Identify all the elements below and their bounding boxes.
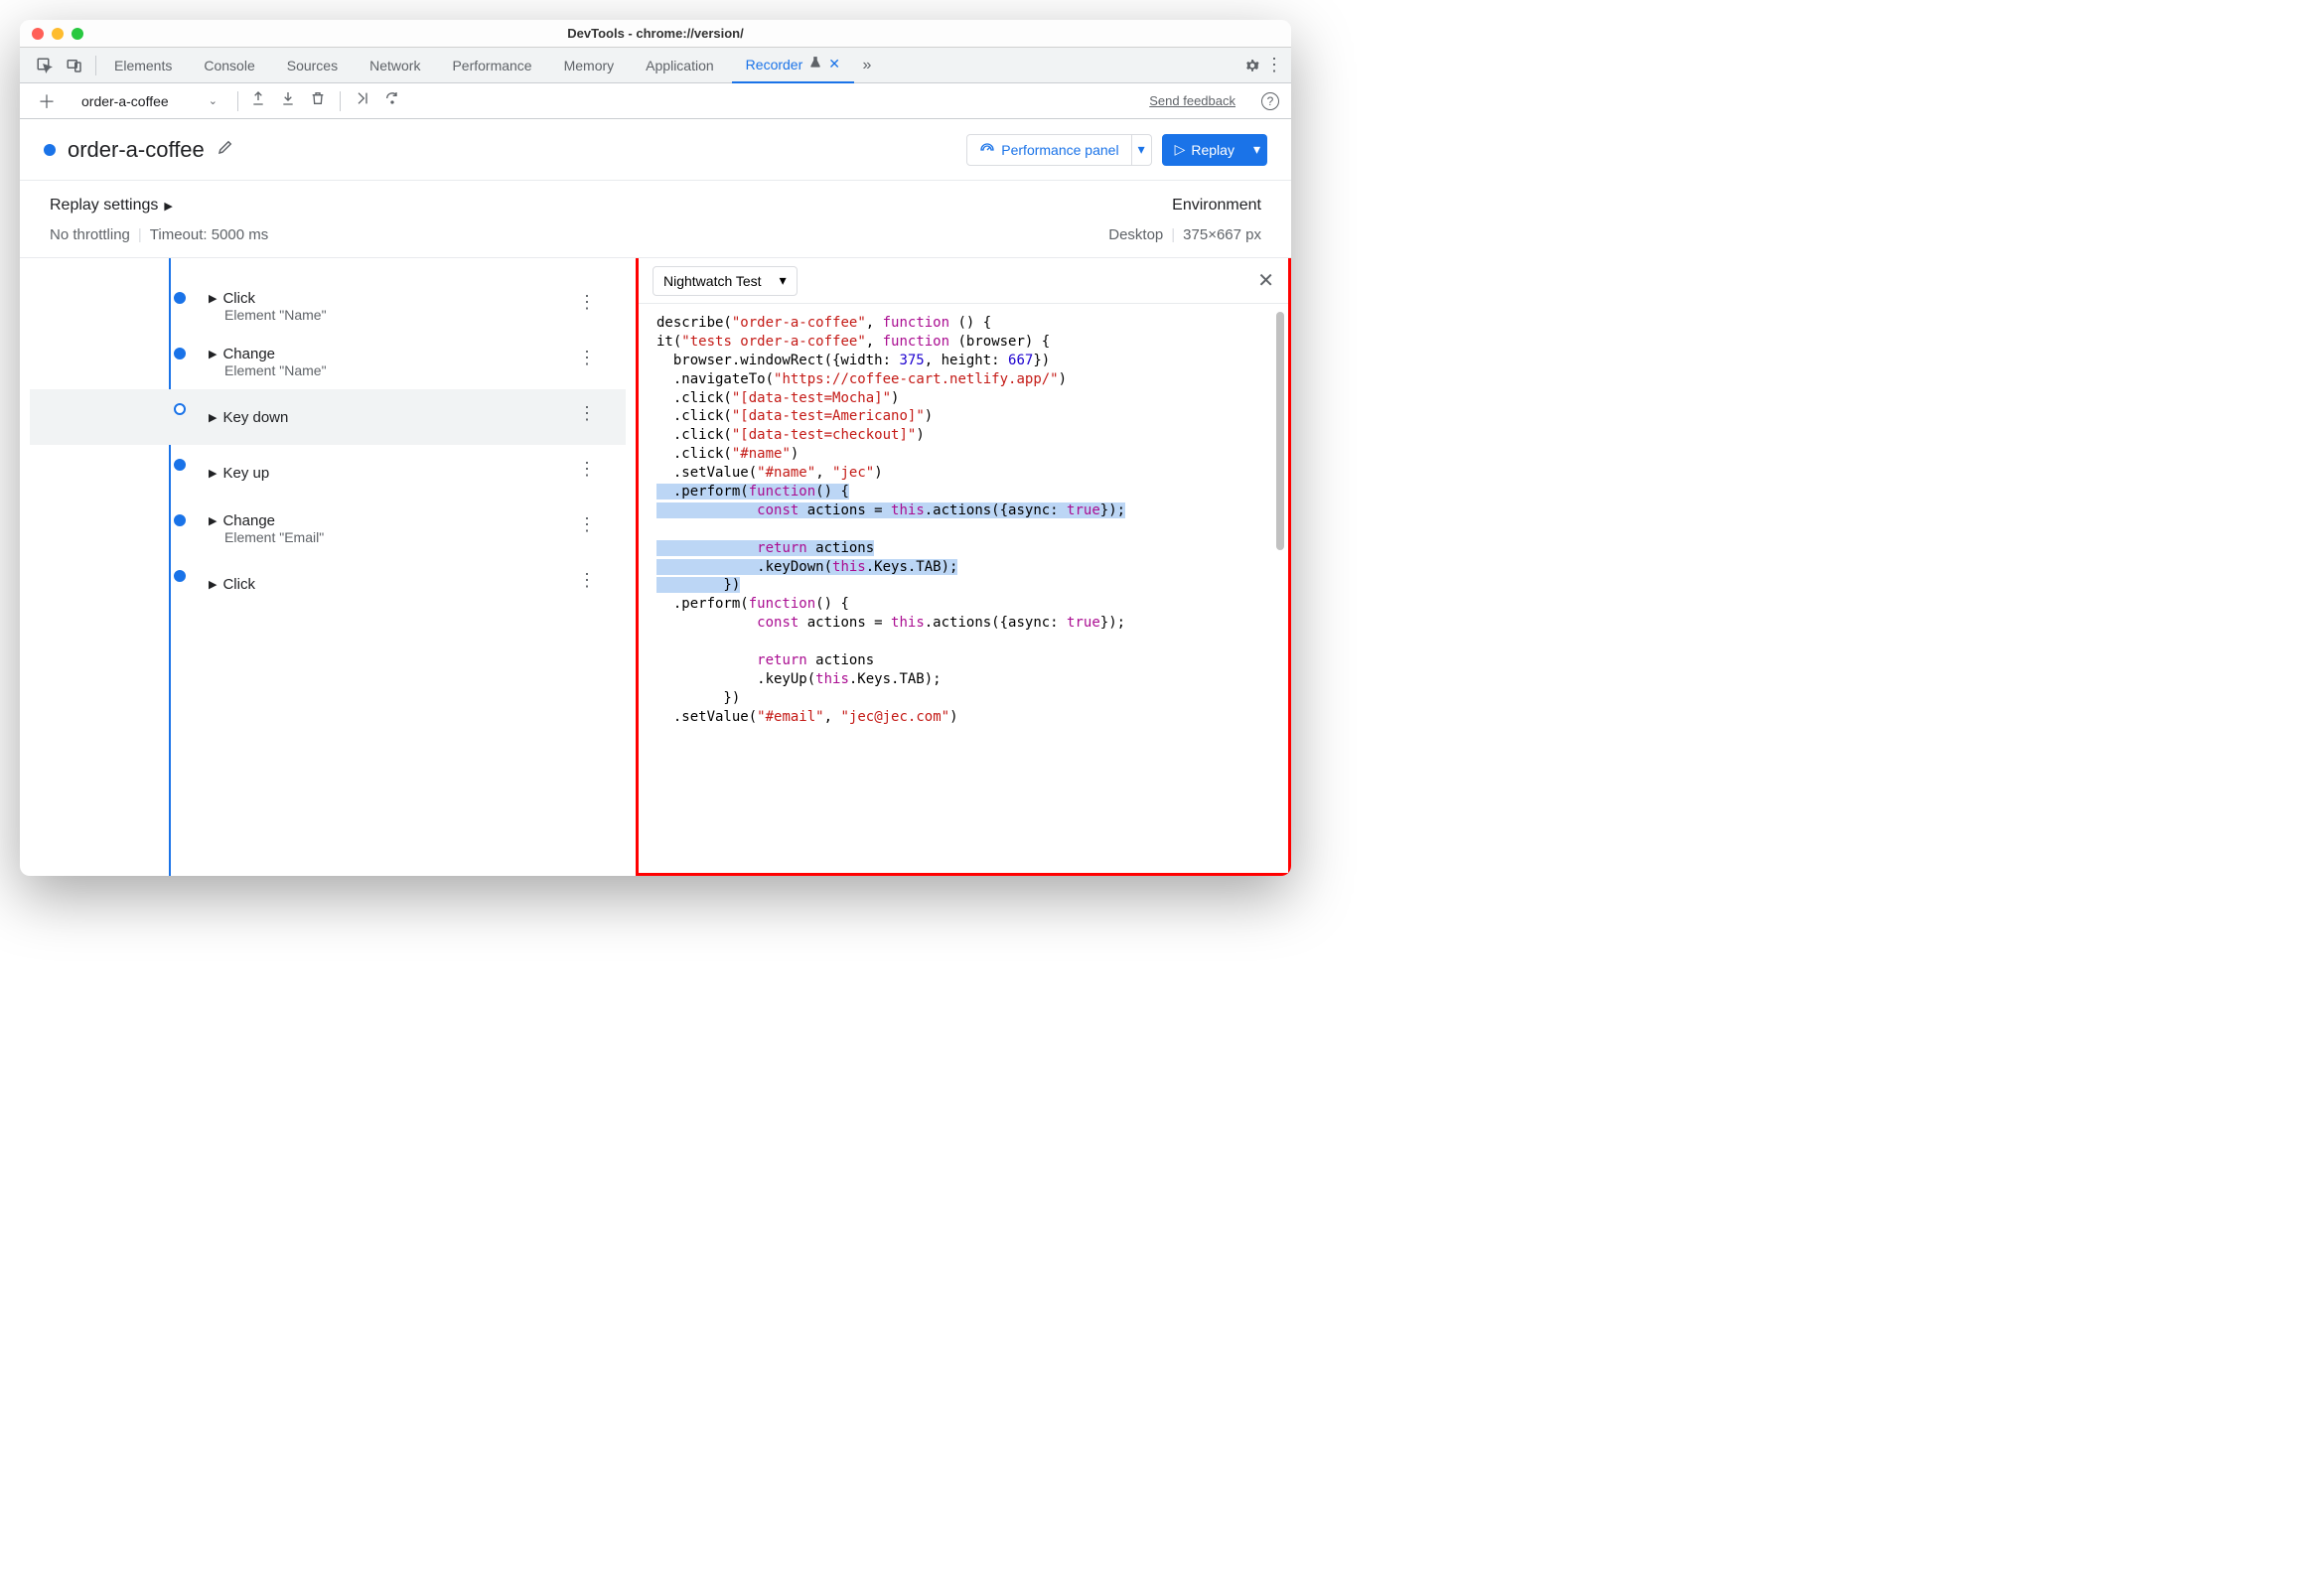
step-item[interactable]: ▶Key down ⋮ — [30, 389, 626, 445]
new-recording-button[interactable]: ＋ — [32, 88, 62, 114]
tab-console[interactable]: Console — [190, 48, 268, 83]
chevron-right-icon: ▶ — [209, 578, 217, 591]
step-item[interactable]: ▶Key up ⋮ — [30, 445, 626, 500]
recording-selector[interactable]: order-a-coffee ⌄ — [73, 93, 225, 109]
close-window-button[interactable] — [32, 28, 44, 40]
tab-network[interactable]: Network — [356, 48, 434, 83]
chevron-right-icon: ▶ — [209, 292, 217, 305]
chevron-right-icon: ▶ — [209, 467, 217, 480]
step-dot — [174, 459, 186, 471]
recording-title: order-a-coffee — [68, 137, 205, 163]
replay-settings-toggle[interactable]: Replay settings ▶ — [50, 197, 173, 214]
chevron-right-icon: ▶ — [209, 348, 217, 360]
divider — [95, 56, 96, 75]
step-item[interactable]: ▶Click Element "Name" ⋮ — [30, 278, 626, 334]
step-menu-icon[interactable]: ⋮ — [578, 348, 596, 368]
code-body[interactable]: describe("order-a-coffee", function () {… — [639, 304, 1288, 873]
step-dot — [174, 403, 186, 415]
settings-gear-icon[interactable] — [1243, 57, 1261, 74]
steps-pane: ▶Click Element "Name" ⋮ ▶Change Element … — [20, 258, 636, 876]
throttling-value: No throttling — [50, 226, 130, 243]
throttle-row: No throttling | Timeout: 5000 ms Desktop… — [20, 222, 1291, 258]
tab-elements[interactable]: Elements — [100, 48, 186, 83]
step-menu-icon[interactable]: ⋮ — [578, 459, 596, 480]
main-area: ▶Click Element "Name" ⋮ ▶Change Element … — [20, 258, 1291, 876]
step-item[interactable]: ▶Click ⋮ — [30, 556, 626, 612]
step-menu-icon[interactable]: ⋮ — [578, 570, 596, 591]
close-panel-icon[interactable]: ✕ — [1257, 268, 1274, 293]
titlebar: DevTools - chrome://version/ — [20, 20, 1291, 48]
step-dot — [174, 292, 186, 304]
import-icon[interactable] — [280, 90, 296, 111]
step-item[interactable]: ▶Change Element "Email" ⋮ — [30, 500, 626, 556]
chevron-down-icon: ⌄ — [209, 94, 218, 107]
recording-header: order-a-coffee Performance panel ▾ ▷ Rep… — [20, 119, 1291, 181]
help-icon[interactable]: ? — [1261, 92, 1279, 110]
performance-panel-dropdown[interactable]: ▾ — [1132, 134, 1152, 166]
scrollbar-thumb[interactable] — [1276, 312, 1284, 550]
recorder-toolbar: ＋ order-a-coffee ⌄ Send feedback ? — [20, 83, 1291, 119]
inspect-icon[interactable] — [36, 57, 54, 74]
step-dot — [174, 570, 186, 582]
performance-panel-button[interactable]: Performance panel — [966, 134, 1131, 166]
flask-icon — [808, 56, 822, 72]
gauge-icon — [979, 142, 995, 158]
device-toggle-icon[interactable] — [66, 57, 83, 74]
export-format-dropdown[interactable]: Nightwatch Test ▾ — [653, 266, 798, 296]
devtools-window: DevTools - chrome://version/ Elements Co… — [20, 20, 1291, 876]
divider — [237, 91, 238, 111]
performance-panel-button-group: Performance panel ▾ — [966, 134, 1151, 166]
window-title: DevTools - chrome://version/ — [20, 26, 1291, 41]
step-menu-icon[interactable]: ⋮ — [578, 292, 596, 313]
environment-label: Environment — [1172, 197, 1261, 214]
step-menu-icon[interactable]: ⋮ — [578, 403, 596, 424]
minimize-window-button[interactable] — [52, 28, 64, 40]
divider — [340, 91, 341, 111]
devtools-tabbar: Elements Console Sources Network Perform… — [20, 48, 1291, 83]
kebab-menu-icon[interactable]: ⋮ — [1265, 57, 1283, 74]
viewport-value: 375×667 px — [1183, 226, 1261, 243]
tab-sources[interactable]: Sources — [273, 48, 352, 83]
code-export-panel: Nightwatch Test ▾ ✕ describe("order-a-co… — [636, 258, 1291, 876]
chevron-down-icon: ▾ — [780, 272, 787, 289]
step-menu-icon[interactable]: ⋮ — [578, 514, 596, 535]
export-icon[interactable] — [250, 90, 266, 111]
step-play-icon[interactable] — [355, 90, 370, 111]
settings-row: Replay settings ▶ Environment — [20, 181, 1291, 222]
tab-recorder[interactable]: Recorder ✕ — [732, 48, 854, 83]
send-feedback-link[interactable]: Send feedback — [1149, 93, 1235, 108]
recording-status-dot — [44, 144, 56, 156]
more-tabs-icon[interactable]: » — [858, 57, 876, 74]
recording-selector-label: order-a-coffee — [81, 93, 169, 109]
device-value: Desktop — [1108, 226, 1163, 243]
timeout-value: Timeout: 5000 ms — [150, 226, 269, 243]
replay-button-group: ▷ Replay ▾ — [1162, 134, 1267, 166]
chevron-right-icon: ▶ — [164, 200, 172, 213]
step-dot — [174, 514, 186, 526]
step-over-icon[interactable] — [384, 90, 400, 111]
step-item[interactable]: ▶Change Element "Name" ⋮ — [30, 334, 626, 389]
tabbar-left-icons — [28, 57, 91, 74]
chevron-right-icon: ▶ — [209, 411, 217, 424]
tab-memory[interactable]: Memory — [550, 48, 629, 83]
maximize-window-button[interactable] — [72, 28, 83, 40]
code-toolbar: Nightwatch Test ▾ ✕ — [639, 258, 1288, 304]
step-dot — [174, 348, 186, 359]
traffic-lights — [32, 28, 83, 40]
delete-icon[interactable] — [310, 90, 326, 111]
play-icon: ▷ — [1175, 141, 1186, 158]
replay-dropdown[interactable]: ▾ — [1247, 134, 1267, 166]
replay-button[interactable]: ▷ Replay — [1162, 134, 1247, 166]
edit-title-icon[interactable] — [217, 138, 234, 161]
tab-performance[interactable]: Performance — [438, 48, 545, 83]
chevron-right-icon: ▶ — [209, 514, 217, 527]
close-tab-icon[interactable]: ✕ — [828, 56, 840, 72]
tab-application[interactable]: Application — [632, 48, 728, 83]
